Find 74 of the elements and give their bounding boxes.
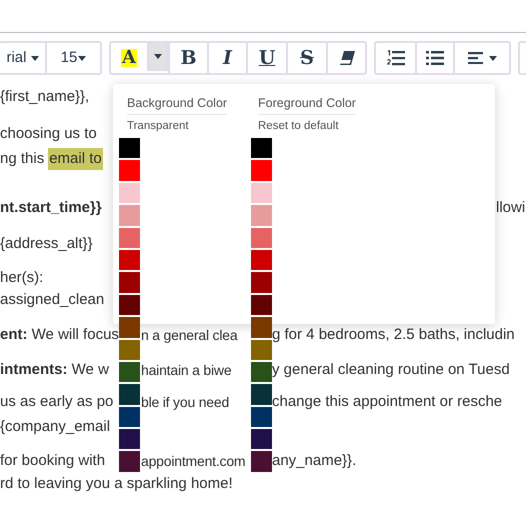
reset-option[interactable]: Reset to default (258, 118, 339, 135)
color-swatch[interactable] (119, 294, 140, 316)
color-swatch[interactable] (251, 138, 272, 158)
text-line: n a general clea (141, 326, 238, 342)
text-line: for booking with (0, 450, 106, 471)
caret-icon (78, 56, 86, 60)
color-swatch[interactable] (251, 406, 272, 428)
color-swatch[interactable] (119, 272, 140, 293)
color-swatch[interactable] (119, 406, 140, 428)
color-swatch[interactable] (119, 429, 140, 450)
color-swatch[interactable] (119, 205, 140, 226)
color-swatch[interactable] (251, 160, 272, 181)
column-heading: Foreground Color (258, 94, 356, 115)
text-line: llowi (496, 198, 526, 216)
text-line: her(s): (0, 268, 44, 288)
caret-icon (154, 54, 162, 58)
color-swatch[interactable] (251, 228, 272, 248)
color-swatch[interactable] (251, 294, 272, 316)
bold-button[interactable]: B (168, 43, 207, 73)
text-line: appointment.com (141, 452, 246, 468)
color-swatch[interactable] (119, 138, 140, 158)
text-line: {company_email (0, 416, 110, 437)
color-swatch[interactable] (251, 451, 272, 472)
color-swatch[interactable] (119, 384, 140, 405)
font-size-dropdown[interactable]: 15 (45, 43, 100, 73)
underline-button[interactable]: U (246, 43, 286, 73)
color-swatch[interactable] (251, 272, 272, 293)
highlighted-text: email to (48, 148, 103, 170)
caret-icon (488, 56, 496, 60)
color-swatch[interactable] (251, 340, 272, 360)
column-heading: Background Color (127, 94, 228, 115)
text-line: change this appointment or resche (272, 392, 502, 410)
text-line: ent: We will focus (0, 324, 119, 345)
color-swatch[interactable] (251, 205, 272, 226)
color-swatch[interactable] (251, 250, 272, 270)
text-line: ble if you need (141, 394, 230, 410)
color-swatch[interactable] (119, 340, 140, 360)
eraser-icon (338, 51, 354, 65)
italic-button[interactable]: I (207, 43, 246, 73)
text-line: any_name}}. (272, 452, 356, 469)
color-swatch[interactable] (251, 429, 272, 450)
text-line: g for 4 bedrooms, 2.5 baths, includin (272, 326, 515, 343)
text-line: assigned_clean (0, 290, 104, 310)
numbered-list-icon (386, 50, 404, 66)
align-left-icon (468, 52, 482, 64)
text-line: y general cleaning routine on Tuesd (272, 360, 510, 378)
color-swatch[interactable] (119, 362, 140, 382)
text-line: {first_name}}, (0, 86, 90, 107)
text-line: haintain a biwe (141, 362, 232, 378)
color-swatch[interactable] (251, 362, 272, 382)
color-swatch[interactable] (119, 182, 140, 204)
caret-icon (30, 56, 38, 60)
text-line: choosing us to (0, 124, 97, 144)
color-swatch[interactable] (119, 160, 140, 181)
color-swatch[interactable] (119, 228, 140, 248)
highlight-color-button[interactable]: A (111, 43, 147, 73)
color-swatch[interactable] (251, 384, 272, 405)
bullet-list-icon (426, 51, 444, 65)
toolbar-group (518, 41, 526, 75)
text-line: rd to leaving you a sparkling home! (0, 474, 233, 492)
color-swatch[interactable] (119, 250, 140, 270)
font-family-dropdown[interactable]: rial (0, 43, 45, 73)
color-swatch[interactable] (119, 451, 140, 472)
text-line: intments: We w (0, 360, 109, 380)
color-dropdown-button[interactable] (147, 41, 168, 71)
text-line: {address_alt}} (0, 234, 93, 254)
color-swatch[interactable] (119, 317, 140, 338)
strike-button[interactable]: S (286, 43, 326, 73)
color-swatch[interactable] (251, 317, 272, 338)
text-line: nt.start_time}} (0, 198, 102, 218)
transparent-option[interactable]: Transparent (127, 118, 189, 135)
text-line: us as early as po (0, 392, 114, 412)
color-swatch[interactable] (251, 182, 272, 204)
text-line: ng this (0, 148, 44, 169)
